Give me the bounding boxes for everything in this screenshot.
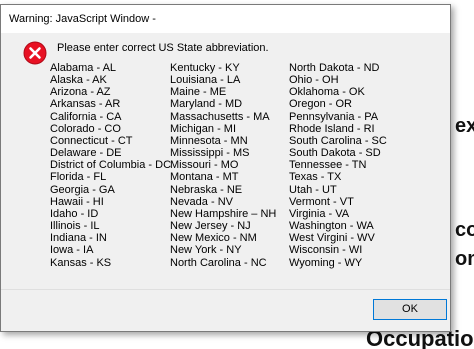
state-entry: Michigan - MI [170,122,237,135]
state-entry: Idaho - ID [50,207,99,220]
error-icon [23,41,47,65]
state-entry: Rhode Island - RI [289,122,375,135]
state-entry: Wyoming - WY [289,256,363,269]
state-entry: Virginia - VA [289,207,350,220]
state-entry: California - CA [50,110,122,123]
state-entry: Ohio - OH [289,74,339,87]
background-text-fragment: ex [455,115,474,137]
state-entry: Utah - UT [289,183,337,196]
state-entry: Oregon - OR [289,98,352,111]
state-list-column-2: Kentucky - KY Louisiana - LA Maine - ME … [170,62,276,269]
state-entry: Alabama - AL [50,62,117,74]
state-entry: Minnesota - MN [170,134,248,147]
state-entry: Missouri - MO [170,159,239,172]
state-entry: Texas - TX [289,171,342,184]
state-entry: North Dakota - ND [289,62,380,74]
alert-dialog: Warning: JavaScript Window - Please ente… [0,4,451,332]
state-entry: New Jersey - NJ [170,220,251,233]
dialog-message: Please enter correct US State abbreviati… [57,42,269,54]
state-entry: Wisconsin - WI [289,244,363,257]
state-entry: Maryland - MD [170,98,243,111]
state-entry: Georgia - GA [50,183,115,196]
state-entry: West Virgini - WV [289,232,375,245]
state-entry: Indiana - IN [50,232,107,245]
state-entry: Nevada - NV [170,195,233,208]
background-text-fragment: co [455,219,474,241]
state-entry: Tennessee - TN [289,159,367,172]
state-entry: Iowa - IA [50,244,94,257]
state-entry: Nebraska - NE [170,183,243,196]
state-list-column-3: North Dakota - ND Ohio - OH Oklahoma - O… [289,62,387,269]
state-entry: Florida - FL [50,171,107,184]
state-entry: Arkansas - AR [50,98,121,111]
state-entry: Delaware - DE [50,147,122,160]
state-entry: Colorado - CO [50,122,121,135]
ok-button[interactable]: OK [373,299,447,320]
state-entry: Oklahoma - OK [289,86,365,99]
background-text-fragment: om [455,248,474,270]
state-entry: Alaska - AK [50,74,107,87]
state-entry: North Carolina - NC [170,256,267,269]
state-entry: Louisiana - LA [170,74,241,87]
state-entry: South Dakota - SD [289,147,381,160]
state-entry: Kentucky - KY [170,62,240,74]
state-entry: New York - NY [170,244,242,257]
state-entry: District of Columbia - DC [50,159,172,172]
state-entry: Mississippi - MS [170,147,250,160]
dialog-titlebar[interactable]: Warning: JavaScript Window - [1,5,450,33]
state-entry: Hawaii - HI [50,195,104,208]
state-entry: South Carolina - SC [289,134,387,147]
state-entry: Montana - MT [170,171,239,184]
state-entry: New Hampshire – NH [170,207,277,220]
state-entry: New Mexico - NM [170,232,257,245]
state-entry: Arizona - AZ [50,86,111,99]
state-list-column-1: Alabama - AL Alaska - AK Arizona - AZ Ar… [50,62,171,269]
state-entry: Illinois - IL [50,220,100,233]
state-entry: Vermont - VT [289,195,354,208]
dialog-title: Warning: JavaScript Window - [9,13,156,25]
state-entry: Kansas - KS [50,256,112,269]
state-entry: Washington - WA [289,220,374,233]
dialog-footer: OK [1,289,450,331]
state-entry: Connecticut - CT [50,134,133,147]
state-entry: Maine - ME [170,86,227,99]
state-entry: Pennsylvania - PA [289,110,379,123]
state-entry: Massachusetts - MA [170,110,270,123]
